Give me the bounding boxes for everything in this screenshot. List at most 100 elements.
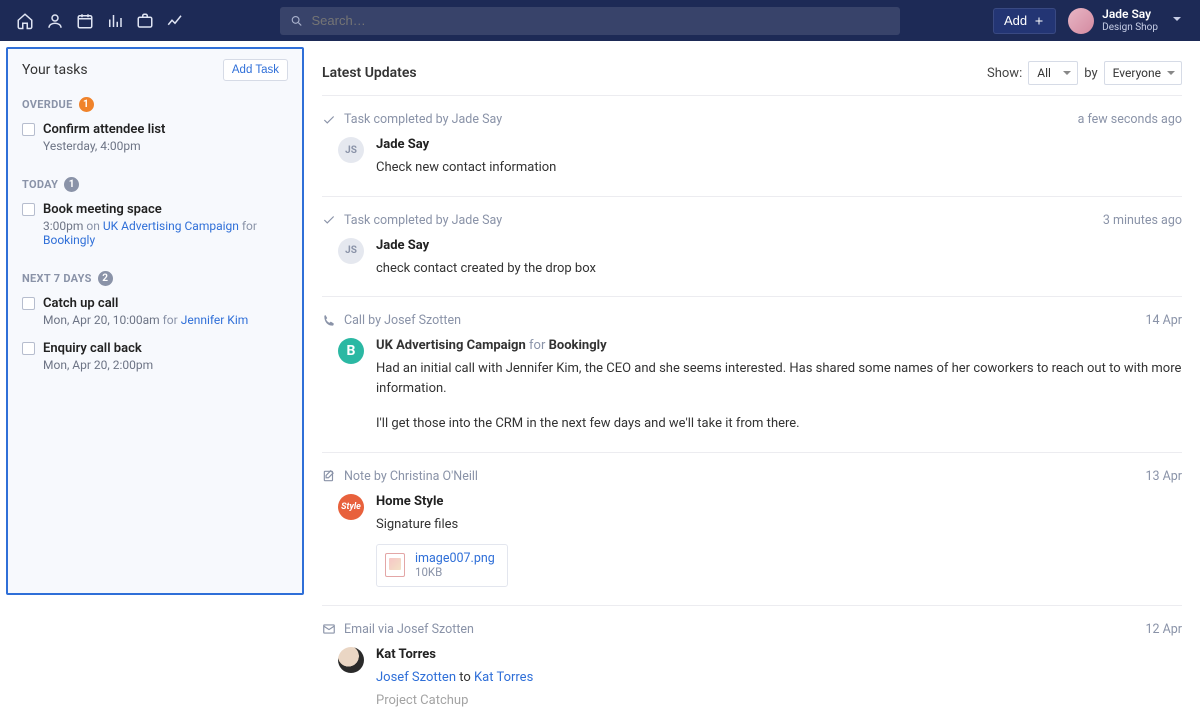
search-input[interactable]: [312, 13, 891, 28]
task-checkbox[interactable]: [22, 342, 35, 355]
task-checkbox[interactable]: [22, 297, 35, 310]
feed-time: 12 Apr: [1145, 622, 1182, 637]
task-meta: Yesterday, 4:00pm: [43, 139, 288, 153]
avatar: JS: [338, 137, 364, 163]
feed-text: check contact created by the drop box: [376, 259, 1182, 279]
task-time: Mon, Apr 20, 10:00am: [43, 313, 160, 327]
feed-body: JS Jade Say check contact created by the…: [322, 238, 1182, 279]
search-icon: [290, 14, 304, 28]
feed-author[interactable]: Kat Torres: [376, 647, 1182, 662]
task-title: Catch up call: [43, 296, 118, 311]
avatar: [338, 647, 364, 673]
calendar-icon[interactable]: [70, 6, 100, 36]
org-name[interactable]: Bookingly: [549, 338, 607, 353]
content-container: Your tasks Add Task OVERDUE 1 Confirm at…: [0, 41, 1200, 717]
search-container: [280, 7, 900, 35]
feed-body: Style Home Style Signature files image00…: [322, 494, 1182, 587]
main-content: Latest Updates Show: All by Everyone Tas…: [322, 47, 1194, 711]
feed-head: Note by Christina O'Neill 13 Apr: [322, 469, 1182, 484]
filters: Show: All by Everyone: [987, 61, 1182, 85]
avatar: JS: [338, 238, 364, 264]
feed-author[interactable]: Home Style: [376, 494, 1182, 509]
check-icon: [322, 213, 336, 227]
email-subject: Project Catchup: [376, 691, 1182, 711]
avatar: B: [338, 338, 364, 364]
campaign-link[interactable]: UK Advertising Campaign: [103, 219, 239, 233]
section-today-label: TODAY: [22, 178, 58, 191]
feed-time: 13 Apr: [1145, 469, 1182, 484]
section-next7-label: NEXT 7 DAYS: [22, 272, 92, 285]
task-item[interactable]: Confirm attendee list Yesterday, 4:00pm: [22, 118, 288, 163]
feed-body: JS Jade Say Check new contact informatio…: [322, 137, 1182, 178]
user-name: Jade Say: [1102, 8, 1158, 21]
feed-item: Task completed by Jade Say 3 minutes ago…: [322, 197, 1182, 298]
feed-time: 3 minutes ago: [1103, 213, 1182, 228]
filter-type-select[interactable]: All: [1028, 61, 1078, 85]
feed-head-text: Task completed by Jade Say: [344, 213, 502, 228]
to-word: to: [456, 670, 474, 685]
file-name[interactable]: image007.png: [415, 551, 495, 566]
add-task-button[interactable]: Add Task: [223, 59, 288, 81]
reports-icon[interactable]: [160, 6, 190, 36]
add-button[interactable]: Add: [993, 8, 1056, 34]
avatar: [1068, 8, 1094, 34]
person-icon[interactable]: [40, 6, 70, 36]
home-icon[interactable]: [10, 6, 40, 36]
feed-head-text: Task completed by Jade Say: [344, 112, 502, 127]
task-title: Confirm attendee list: [43, 122, 165, 137]
feed-author[interactable]: Jade Say: [376, 238, 1182, 253]
user-menu[interactable]: Jade Say Design Shop: [1068, 8, 1182, 34]
feed-author[interactable]: Jade Say: [376, 137, 1182, 152]
cases-icon[interactable]: [130, 6, 160, 36]
to-link[interactable]: Kat Torres: [474, 670, 533, 685]
section-today: TODAY 1: [22, 177, 288, 192]
task-title: Enquiry call back: [43, 341, 142, 356]
user-shop: Design Shop: [1102, 22, 1158, 33]
feed-head: Call by Josef Szotten 14 Apr: [322, 313, 1182, 328]
chevron-down-icon: [1172, 13, 1182, 28]
avatar: Style: [338, 494, 364, 520]
feed-item: Task completed by Jade Say a few seconds…: [322, 96, 1182, 197]
section-overdue-label: OVERDUE: [22, 98, 73, 111]
task-meta: Mon, Apr 20, 10:00am for Jennifer Kim: [43, 313, 288, 327]
from-link[interactable]: Josef Szotten: [376, 670, 456, 685]
feed-body: B UK Advertising Campaign for Bookingly …: [322, 338, 1182, 434]
task-checkbox[interactable]: [22, 123, 35, 136]
task-item[interactable]: Enquiry call back Mon, Apr 20, 2:00pm: [22, 337, 288, 382]
feed-text: Signature files: [376, 515, 1182, 535]
attachment[interactable]: image007.png 10KB: [376, 544, 508, 587]
show-label: Show:: [987, 66, 1022, 81]
task-item[interactable]: Catch up call Mon, Apr 20, 10:00am for J…: [22, 292, 288, 337]
section-overdue: OVERDUE 1: [22, 97, 288, 112]
for-word: for: [239, 219, 257, 233]
task-item[interactable]: Book meeting space 3:00pm on UK Advertis…: [22, 198, 288, 257]
nav-icon-group: [10, 6, 190, 36]
feed-head-text: Call by Josef Szotten: [344, 313, 461, 328]
org-link[interactable]: Bookingly: [43, 233, 95, 247]
feed-head-text: Email via Josef Szotten: [344, 622, 474, 637]
for-word: for: [160, 313, 181, 327]
image-file-icon: [385, 553, 405, 577]
feed-text: Had an initial call with Jennifer Kim, t…: [376, 359, 1182, 398]
feed-participants: Josef Szotten to Kat Torres: [376, 668, 1182, 688]
feed-time: 14 Apr: [1145, 313, 1182, 328]
filter-user-select[interactable]: Everyone: [1104, 61, 1182, 85]
feed-body: Kat Torres Josef Szotten to Kat Torres P…: [322, 647, 1182, 711]
main-header: Latest Updates Show: All by Everyone: [322, 61, 1182, 85]
campaign-name[interactable]: UK Advertising Campaign: [376, 338, 526, 353]
top-right: Add Jade Say Design Shop: [993, 8, 1182, 34]
top-nav: Add Jade Say Design Shop: [0, 0, 1200, 41]
task-meta: 3:00pm on UK Advertising Campaign for Bo…: [43, 219, 288, 247]
search-box[interactable]: [280, 7, 900, 35]
file-size: 10KB: [415, 566, 495, 580]
task-time: 3:00pm: [43, 219, 83, 233]
section-next7: NEXT 7 DAYS 2: [22, 271, 288, 286]
pipeline-icon[interactable]: [100, 6, 130, 36]
on-word: on: [83, 219, 102, 233]
phone-icon: [322, 314, 336, 328]
sidebar-header: Your tasks Add Task: [22, 59, 288, 81]
feed-text: I'll get those into the CRM in the next …: [376, 414, 1182, 434]
person-link[interactable]: Jennifer Kim: [181, 313, 249, 327]
task-checkbox[interactable]: [22, 203, 35, 216]
feed-time: a few seconds ago: [1078, 112, 1182, 127]
